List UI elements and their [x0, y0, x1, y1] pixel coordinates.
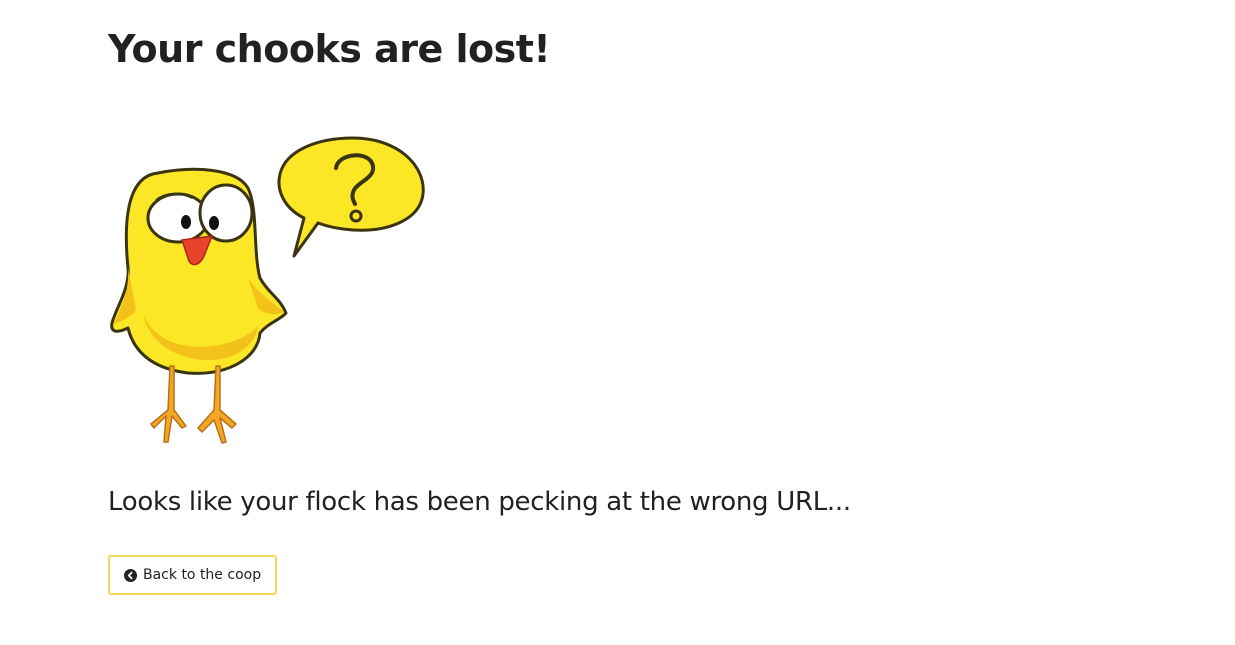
question-bubble-icon: [277, 136, 425, 258]
back-button-label: Back to the coop: [143, 567, 262, 583]
chick-legs: [150, 365, 237, 444]
back-to-coop-button[interactable]: Back to the coop: [108, 555, 278, 595]
error-message: Looks like your flock has been pecking a…: [108, 487, 851, 517]
page-title: Your chooks are lost!: [108, 27, 551, 71]
lost-chick-illustration: [108, 128, 433, 448]
chevron-circle-left-icon: [124, 568, 137, 582]
